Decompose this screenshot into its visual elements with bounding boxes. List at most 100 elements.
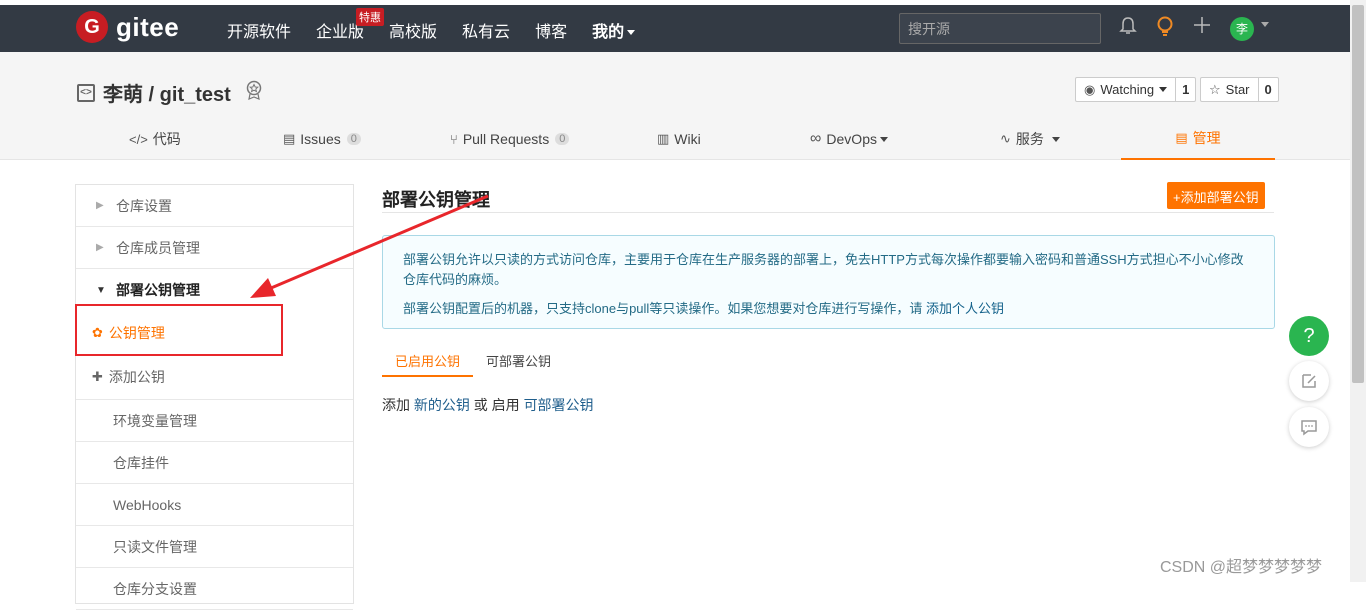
chevron-down-icon — [1051, 136, 1060, 142]
tab-label: 服务 — [1015, 131, 1044, 147]
main-nav: 开源软件 企业版 特惠 高校版 私有云 博客 我的 — [227, 8, 660, 42]
nav-university[interactable]: 高校版 — [389, 18, 437, 42]
sidebar-item-label: WebHooks — [113, 496, 182, 513]
tab-devops[interactable]: ∞ DevOps — [810, 118, 888, 160]
sidebar-item-label: 添加公钥 — [108, 369, 165, 385]
tab-label: Issues — [300, 131, 341, 147]
tab-code[interactable]: </> 代码 — [129, 118, 181, 160]
star-button[interactable]: ☆ Star 0 — [1200, 77, 1279, 102]
plus-icon: ✚ — [92, 369, 103, 384]
lightbulb-icon[interactable] — [1154, 16, 1176, 38]
infinity-icon: ∞ — [810, 130, 822, 147]
info-text: 部署公钥允许以只读的方式访问仓库，主要用于仓库在生产服务器的部署上，免去HTTP… — [403, 252, 1244, 287]
tab-deployable-keys[interactable]: 可部署公钥 — [473, 345, 564, 377]
chevron-right-icon: ▶ — [96, 242, 104, 253]
chat-icon[interactable] — [1289, 407, 1329, 447]
empty-text: 或 启用 — [473, 397, 520, 413]
sidebar-item-label: 仓库成员管理 — [116, 239, 200, 256]
top-navbar — [0, 0, 1350, 52]
tab-label: 管理 — [1192, 130, 1221, 146]
brand-name: gitee — [116, 11, 180, 42]
star-count[interactable]: 0 — [1257, 78, 1278, 101]
empty-text: 添加 — [382, 397, 410, 413]
pulse-icon: ∿ — [1000, 131, 1011, 146]
chevron-down-icon — [1159, 87, 1168, 92]
sidebar-subitem-add-key[interactable]: ✚ 添加公钥 — [76, 355, 353, 399]
badge-icon[interactable] — [245, 80, 263, 105]
tab-label: Wiki — [674, 131, 701, 147]
info-text-prefix: 部署公钥配置后的机器，只支持clone与pull等只读操作。如果您想要对仓库进行… — [403, 301, 923, 316]
sidebar-item-webhooks[interactable]: WebHooks — [76, 484, 353, 526]
gear-icon: ✿ — [92, 325, 103, 340]
tab-label: DevOps — [826, 131, 877, 147]
sidebar-item-label: 环境变量管理 — [113, 412, 197, 429]
tab-pull-requests[interactable]: ⑂ Pull Requests 0 — [450, 118, 570, 160]
help-button[interactable]: ? — [1289, 316, 1329, 356]
tab-enabled-keys[interactable]: 已启用公钥 — [382, 345, 474, 377]
watch-label-wrap: ◉ Watching — [1076, 78, 1175, 101]
avatar[interactable]: 李 — [1230, 17, 1254, 41]
sidebar-item-label: 只读文件管理 — [113, 538, 197, 555]
watermark: CSDN @超梦梦梦梦梦 — [1160, 559, 1323, 576]
sidebar-item-label: 仓库挂件 — [113, 454, 169, 471]
tab-issues[interactable]: ▤ Issues 0 — [283, 118, 361, 160]
sidebar-item-branch-settings[interactable]: 仓库分支设置 — [76, 568, 353, 610]
gitee-logo[interactable]: G gitee — [76, 11, 179, 43]
nav-label: 博客 — [535, 24, 568, 41]
chevron-down-icon — [879, 136, 888, 142]
star-icon: ☆ — [1209, 81, 1221, 97]
sidebar-item-widgets[interactable]: 仓库挂件 — [76, 442, 353, 484]
tab-services[interactable]: ∿ 服务 — [1000, 118, 1060, 160]
add-personal-key-link[interactable]: 添加个人公钥 — [926, 301, 1004, 316]
scrollbar-thumb[interactable] — [1352, 5, 1364, 383]
sidebar-item-members[interactable]: ▶ 仓库成员管理 — [76, 227, 353, 269]
nav-open-source[interactable]: 开源软件 — [227, 18, 291, 42]
tab-count: 0 — [346, 133, 361, 145]
window-edge — [0, 0, 1350, 5]
sidebar-item-readonly-files[interactable]: 只读文件管理 — [76, 526, 353, 568]
code-repo-icon: <> — [77, 83, 95, 102]
deployable-key-link[interactable]: 可部署公钥 — [524, 397, 594, 413]
empty-state: 添加 新的公钥 或 启用 可部署公钥 — [382, 395, 594, 415]
bell-icon[interactable] — [1117, 16, 1139, 38]
settings-sidebar: ▶ 仓库设置 ▶ 仓库成员管理 ▼ 部署公钥管理 ✿ 公钥管理 ✚ 添加公钥 环境变量管理… — [75, 184, 354, 610]
repo-title: <> 李萌 / git_test — [77, 78, 263, 107]
new-key-link[interactable]: 新的公钥 — [414, 397, 470, 413]
promo-badge: 特惠 — [356, 8, 385, 26]
repo-tabs: </> 代码 ▤ Issues 0 ⑂ Pull Requests 0 ▥ Wiki ∞ De… — [78, 118, 1275, 160]
tab-label: Pull Requests — [462, 131, 550, 147]
nav-label: 私有云 — [462, 24, 511, 41]
watch-button[interactable]: ◉ Watching 1 — [1075, 77, 1197, 102]
watch-count[interactable]: 1 — [1175, 78, 1195, 101]
star-label: Star — [1225, 82, 1250, 97]
nav-enterprise[interactable]: 企业版 特惠 — [316, 8, 385, 42]
sidebar-item-label: 部署公钥管理 — [116, 282, 200, 298]
code-icon: </> — [129, 131, 148, 147]
book-icon: ▥ — [657, 131, 670, 146]
sidebar-item-label: 仓库设置 — [116, 197, 172, 214]
nav-blog[interactable]: 博客 — [535, 18, 567, 42]
manage-icon: ▤ — [1175, 130, 1188, 145]
nav-private-cloud[interactable]: 私有云 — [462, 18, 510, 42]
nav-mine[interactable]: 我的 — [592, 18, 636, 42]
nav-label: 高校版 — [389, 24, 438, 41]
eye-icon: ◉ — [1084, 81, 1096, 97]
tab-manage[interactable]: ▤ 管理 — [1121, 118, 1275, 160]
repo-name[interactable]: 李萌 / git_test — [103, 78, 231, 107]
chevron-down-icon[interactable] — [1261, 22, 1269, 27]
info-box: 部署公钥允许以只读的方式访问仓库，主要用于仓库在生产服务器的部署上，免去HTTP… — [382, 235, 1275, 329]
sidebar-subitem-key-manage[interactable]: ✿ 公钥管理 — [76, 311, 353, 355]
sidebar-item-repo-settings[interactable]: ▶ 仓库设置 — [76, 185, 353, 227]
nav-label: 企业版 — [316, 24, 365, 41]
sidebar-item-label: 公钥管理 — [108, 325, 165, 341]
add-deploy-key-button[interactable]: +添加部署公钥 — [1167, 182, 1265, 209]
nav-label: 开源软件 — [227, 24, 292, 41]
search-input[interactable] — [899, 13, 1101, 44]
plus-icon[interactable] — [1191, 16, 1213, 38]
tab-wiki[interactable]: ▥ Wiki — [657, 118, 701, 160]
sidebar-item-env-vars[interactable]: 环境变量管理 — [76, 400, 353, 442]
gitee-logo-icon: G — [76, 11, 108, 43]
sidebar-item-deploy-keys[interactable]: ▼ 部署公钥管理 — [76, 269, 353, 311]
star-label-wrap: ☆ Star — [1201, 78, 1258, 101]
feedback-edit-icon[interactable] — [1289, 361, 1329, 401]
